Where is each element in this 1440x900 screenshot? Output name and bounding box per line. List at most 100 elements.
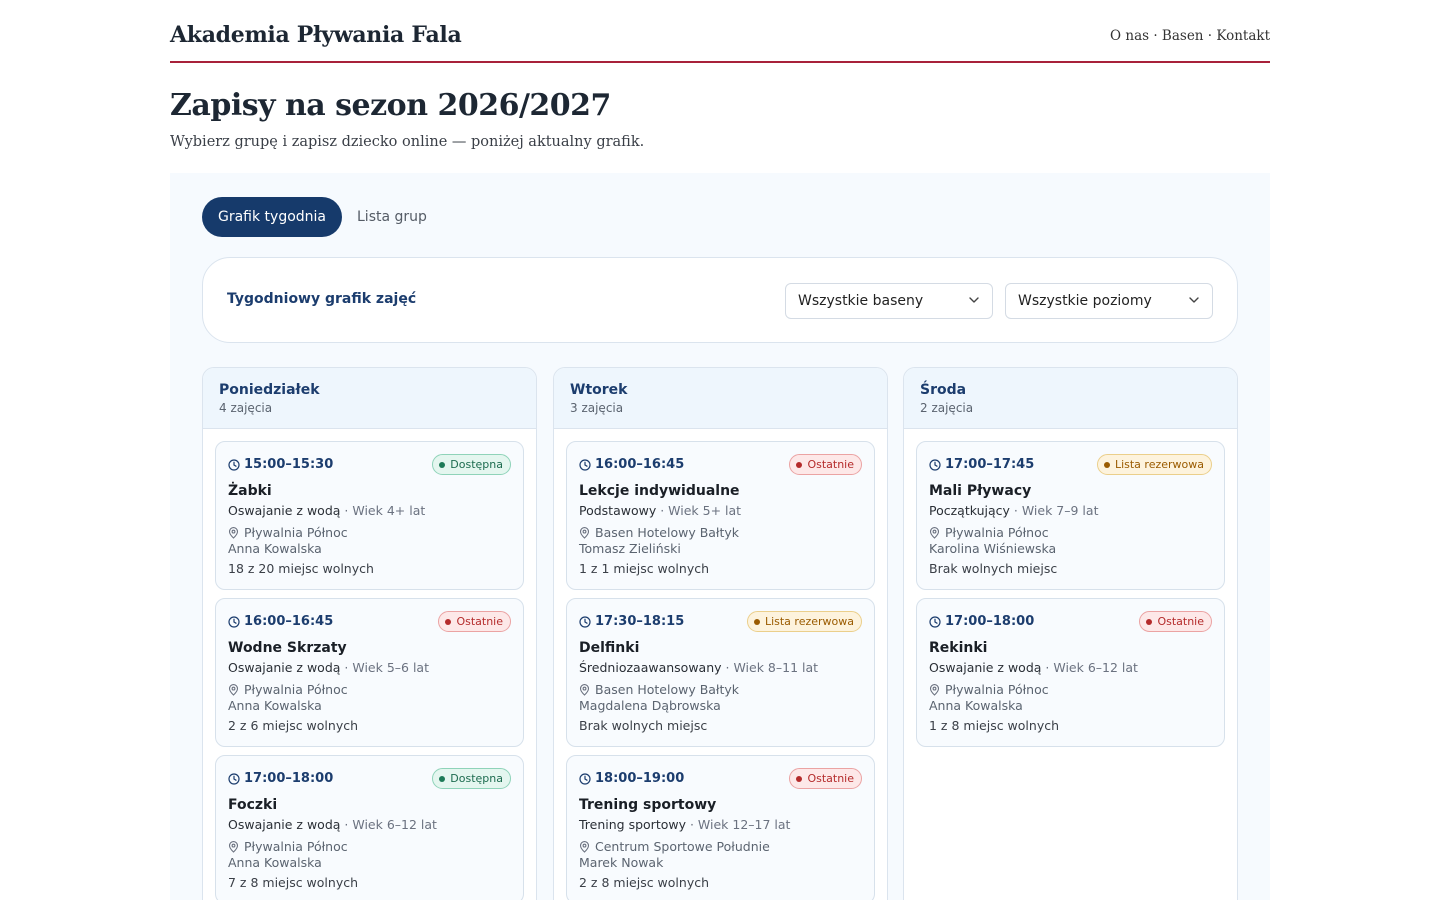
class-level: Oswajanie z wodą · Wiek 4+ lat [228, 503, 425, 518]
class-level: Początkujący · Wiek 7–9 lat [929, 503, 1098, 518]
class-coach: Anna Kowalska [929, 698, 1023, 713]
page-subtitle: Wybierz grupę i zapisz dziecko online — … [170, 134, 645, 150]
top-nav[interactable]: O nas · Basen · Kontakt [1110, 28, 1270, 44]
clock-icon [579, 615, 591, 628]
class-pool: Basen Hotelowy Bałtyk [579, 682, 739, 697]
status-badge-label: Ostatnie [807, 458, 854, 471]
site-header: Akademia Pływania Fala O nas · Basen · K… [170, 0, 1270, 63]
class-name: Mali Pływacy [929, 483, 1032, 499]
class-name: Żabki [228, 483, 272, 499]
class-card[interactable]: 15:00–15:30 Dostępna Żabki Oswajanie z w… [215, 441, 524, 590]
class-coach: Marek Nowak [579, 855, 664, 870]
class-level: Podstawowy · Wiek 5+ lat [579, 503, 741, 518]
level-select-value: Wszystkie poziomy [1018, 293, 1152, 309]
level-select[interactable]: Wszystkie poziomy [1005, 283, 1213, 319]
class-card[interactable]: 16:00–16:45 Ostatnie Lekcje indywidualne… [566, 441, 875, 590]
clock-icon [579, 772, 591, 785]
status-dot-icon [753, 618, 760, 625]
clock-icon [929, 458, 941, 471]
class-level-text: Średniozaawansowany [579, 660, 722, 675]
class-seats: 7 z 8 miejsc wolnych [228, 875, 359, 890]
status-dot-icon [796, 775, 803, 782]
class-seats: 18 z 20 miejsc wolnych [228, 561, 374, 576]
class-time: 16:00–16:45 [228, 614, 333, 629]
class-level-text: Oswajanie z wodą [929, 660, 1042, 675]
class-age: · Wiek 6–12 lat [1041, 660, 1138, 675]
status-badge: Ostatnie [789, 454, 862, 475]
status-badge-label: Lista rezerwowa [764, 615, 854, 628]
class-seats: 2 z 8 miejsc wolnych [579, 875, 710, 890]
class-pool-text: Basen Hotelowy Bałtyk [595, 682, 740, 697]
tab-group-list[interactable]: Lista grup [341, 197, 443, 237]
class-level: Oswajanie z wodą · Wiek 6–12 lat [228, 817, 437, 832]
class-pool: Pływalnia Północ [228, 682, 348, 697]
class-age: · Wiek 7–9 lat [1009, 503, 1099, 518]
class-seats: 1 z 8 miejsc wolnych [929, 718, 1060, 733]
day-class-count: 2 zajęcia [920, 401, 974, 415]
class-pool-text: Pływalnia Północ [244, 682, 348, 697]
class-time: 17:00–17:45 [929, 457, 1034, 472]
class-pool: Pływalnia Północ [228, 839, 348, 854]
class-coach: Anna Kowalska [228, 698, 322, 713]
class-card[interactable]: 17:00–18:00 Dostępna Foczki Oswajanie z … [215, 755, 524, 900]
class-name: Delfinki [579, 640, 640, 656]
tab-weekly-schedule[interactable]: Grafik tygodnia [202, 197, 343, 237]
class-time: 18:00–19:00 [579, 771, 684, 786]
clock-icon [228, 615, 240, 628]
class-time-text: 17:30–18:15 [595, 614, 685, 629]
class-time: 17:00–18:00 [929, 614, 1034, 629]
class-level: Średniozaawansowany · Wiek 8–11 lat [579, 660, 818, 675]
pool-select[interactable]: Wszystkie baseny [785, 283, 993, 319]
clock-icon [228, 458, 240, 471]
status-dot-icon [445, 618, 452, 625]
class-level-text: Oswajanie z wodą [228, 503, 341, 518]
location-pin-icon [228, 840, 239, 853]
day-column-tuesday: Wtorek 3 zajęcia 16:00–16:45 Ostatnie Le… [553, 367, 888, 900]
class-time: 17:00–18:00 [228, 771, 333, 786]
status-badge-label: Ostatnie [807, 772, 854, 785]
class-seats: 1 z 1 miejsc wolnych [579, 561, 710, 576]
class-level-text: Podstawowy [579, 503, 657, 518]
clock-icon [929, 615, 941, 628]
class-time-text: 17:00–18:00 [945, 614, 1035, 629]
class-card[interactable]: 17:30–18:15 Lista rezerwowa Delfinki Śre… [566, 598, 875, 747]
class-seats: Brak wolnych miejsc [579, 718, 708, 733]
location-pin-icon [579, 683, 590, 696]
class-level: Trening sportowy · Wiek 12–17 lat [579, 817, 790, 832]
class-time-text: 17:00–18:00 [244, 771, 334, 786]
class-seats: Brak wolnych miejsc [929, 561, 1058, 576]
status-dot-icon [1103, 461, 1110, 468]
class-pool-text: Pływalnia Północ [244, 525, 348, 540]
brand-logo-text[interactable]: Akademia Pływania Fala [170, 22, 462, 48]
day-header: Środa 2 zajęcia [904, 368, 1237, 429]
class-age: · Wiek 12–17 lat [685, 817, 791, 832]
pool-select-value: Wszystkie baseny [798, 293, 924, 309]
location-pin-icon [228, 526, 239, 539]
filter-bar-title: Tygodniowy grafik zajęć [227, 291, 417, 307]
class-level: Oswajanie z wodą · Wiek 5–6 lat [228, 660, 429, 675]
class-age: · Wiek 5–6 lat [340, 660, 429, 675]
class-age: · Wiek 5+ lat [656, 503, 742, 518]
class-seats: 2 z 6 miejsc wolnych [228, 718, 359, 733]
chevron-down-icon [1189, 297, 1199, 303]
status-badge: Dostępna [432, 768, 511, 789]
location-pin-icon [929, 683, 940, 696]
clock-icon [579, 458, 591, 471]
class-coach: Karolina Wiśniewska [929, 541, 1057, 556]
class-card[interactable]: 18:00–19:00 Ostatnie Trening sportowy Tr… [566, 755, 875, 900]
status-dot-icon [1146, 618, 1153, 625]
status-badge: Lista rezerwowa [1096, 454, 1212, 475]
day-column-monday: Poniedziałek 4 zajęcia 15:00–15:30 Dostę… [202, 367, 537, 900]
class-time-text: 15:00–15:30 [244, 457, 334, 472]
class-card[interactable]: 16:00–16:45 Ostatnie Wodne Skrzaty Oswaj… [215, 598, 524, 747]
class-name: Foczki [228, 797, 278, 813]
location-pin-icon [228, 683, 239, 696]
day-class-count: 3 zajęcia [570, 401, 624, 415]
class-card[interactable]: 17:00–18:00 Ostatnie Rekinki Oswajanie z… [916, 598, 1225, 747]
location-pin-icon [579, 526, 590, 539]
class-pool: Basen Hotelowy Bałtyk [579, 525, 739, 540]
day-class-count: 4 zajęcia [219, 401, 273, 415]
status-dot-icon [796, 461, 803, 468]
status-badge-label: Ostatnie [1157, 615, 1204, 628]
class-card[interactable]: 17:00–17:45 Lista rezerwowa Mali Pływacy… [916, 441, 1225, 590]
